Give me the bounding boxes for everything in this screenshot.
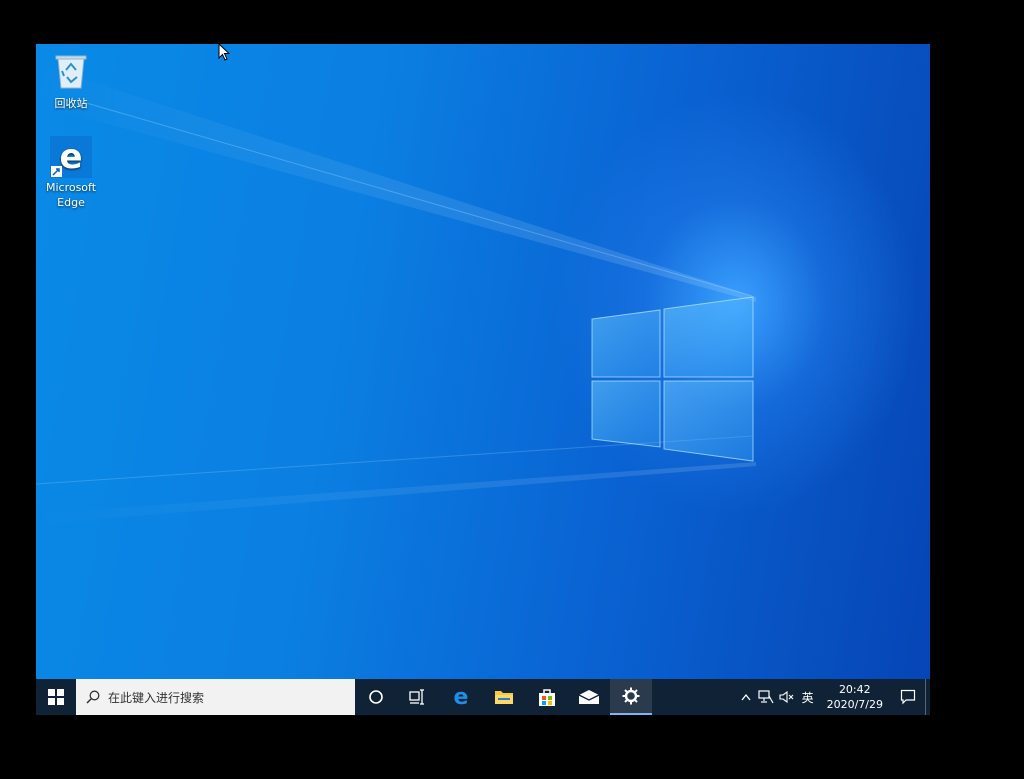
- volume-button[interactable]: [777, 679, 797, 715]
- circle-icon: [369, 690, 383, 704]
- settings-button[interactable]: [610, 679, 652, 715]
- action-center-button[interactable]: [891, 679, 925, 715]
- desktop-icon-edge[interactable]: e Microsoft Edge: [36, 136, 106, 210]
- wallpaper: [36, 44, 930, 679]
- ime-indicator[interactable]: 英: [797, 679, 819, 715]
- store-bag-icon: [538, 689, 555, 706]
- recycle-bin-label: 回收站: [54, 97, 88, 110]
- file-explorer-button[interactable]: [483, 679, 525, 715]
- edge-label-line1: Microsoft: [45, 181, 97, 194]
- task-view-icon: [409, 689, 424, 705]
- windows-logo-wallpaper: [36, 64, 756, 524]
- chevron-up-icon: [741, 693, 751, 701]
- cortana-button[interactable]: [355, 679, 397, 715]
- mail-button[interactable]: [568, 679, 610, 715]
- clock-time: 20:42: [838, 683, 871, 696]
- mail-icon: [578, 690, 600, 704]
- volume-muted-icon: [779, 690, 793, 704]
- show-hidden-icons-button[interactable]: [737, 679, 755, 715]
- recycle-bin-icon: [36, 50, 106, 94]
- start-button[interactable]: [36, 679, 76, 715]
- store-button[interactable]: [525, 679, 568, 715]
- clock-date: 2020/7/29: [826, 698, 883, 711]
- desktop-screen: 回收站 e Microsoft Edge 在此键入进行搜索 e 英 20:42 …: [36, 44, 930, 715]
- windows-start-icon: [48, 689, 64, 705]
- edge-icon: e: [50, 136, 92, 178]
- edge-label-line2: Edge: [57, 196, 85, 209]
- clock[interactable]: 20:42 2020/7/29: [819, 679, 891, 715]
- edge-icon: e: [454, 686, 469, 708]
- search-icon: [86, 690, 100, 704]
- notification-icon: [900, 689, 916, 705]
- folder-icon: [495, 691, 513, 704]
- svg-text:e: e: [59, 137, 82, 177]
- mouse-cursor-icon: [218, 43, 231, 61]
- network-button[interactable]: [755, 679, 777, 715]
- system-tray: 英 20:42 2020/7/29: [737, 679, 930, 715]
- gear-icon: [622, 687, 640, 705]
- svg-text:e: e: [454, 686, 469, 708]
- taskbar: 在此键入进行搜索 e 英 20:42 2020/7/29: [36, 679, 930, 715]
- task-view-button[interactable]: [397, 679, 439, 715]
- desktop-icon-recycle-bin[interactable]: 回收站: [36, 50, 106, 111]
- network-icon: [757, 690, 774, 704]
- taskbar-edge-button[interactable]: e: [439, 679, 483, 715]
- search-box[interactable]: 在此键入进行搜索: [76, 679, 355, 715]
- show-desktop-button[interactable]: [925, 679, 930, 715]
- search-placeholder: 在此键入进行搜索: [108, 690, 205, 705]
